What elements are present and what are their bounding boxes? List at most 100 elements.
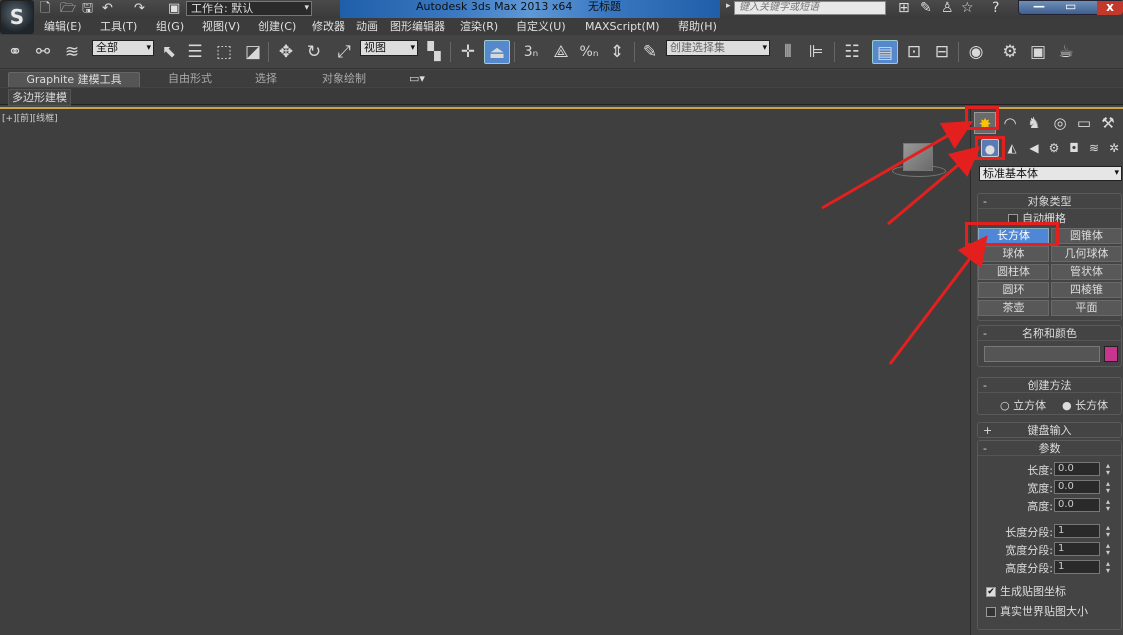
render-production-icon[interactable]: ☕ [1054,40,1078,64]
minimize-icon[interactable]: — [1033,0,1045,13]
restore-icon[interactable]: ▭ [1065,0,1076,13]
mirror-icon[interactable]: ⫴ [776,40,800,64]
select-object-icon[interactable]: ⬉ [158,40,180,64]
star-icon[interactable]: ☆ [961,0,974,17]
workspace-dropdown[interactable]: 工作台: 默认 ▾ [186,1,312,16]
menu-group[interactable]: 组(G) [156,19,184,34]
window-crossing-icon[interactable]: ◪ [242,40,264,64]
box-radio[interactable]: ● 长方体 [1062,397,1108,413]
project-folder-icon[interactable]: ▣ [168,1,180,17]
rollout-header[interactable]: - 对象类型 [978,194,1121,209]
save-icon[interactable]: 🖫 [82,1,93,17]
utilities-tab-icon[interactable]: ⚒ [1097,112,1119,134]
width-input[interactable]: 0.0 [1054,480,1100,494]
real-world-map-checkbox[interactable]: 真实世界贴图大小 [986,603,1088,619]
display-tab-icon[interactable]: ▭ [1073,112,1095,134]
viewport-label[interactable]: [+][前][线框] [2,111,58,124]
new-icon[interactable]: 🗋 [40,1,50,17]
menu-tools[interactable]: 工具(T) [100,19,137,34]
length-segs-input[interactable]: 1 [1054,524,1100,538]
hierarchy-tab-icon[interactable]: ♞ [1023,112,1045,134]
torus-button[interactable]: 圆环 [978,282,1049,298]
scale-icon[interactable]: ⤢ [332,40,356,64]
pyramid-button[interactable]: 四棱锥 [1051,282,1122,298]
link-icon[interactable]: ⚭ [4,40,26,64]
length-input[interactable]: 0.0 [1054,462,1100,476]
sphere-button[interactable]: 球体 [978,246,1049,262]
keyboard-shortcut-override-icon[interactable]: ⏏ [484,40,510,64]
spinner-icon[interactable]: ▴ ▾ [1103,480,1113,495]
cone-button[interactable]: 圆锥体 [1051,228,1122,244]
systems-icon[interactable]: ✲ [1105,139,1123,157]
menu-create[interactable]: 创建(C) [258,19,296,34]
height-segs-input[interactable]: 1 [1054,560,1100,574]
tab-object-paint[interactable]: 对象绘制 [312,72,376,85]
reference-coordinate-dropdown[interactable]: 视图 ▾ [360,40,418,56]
cameras-icon[interactable]: ⚙ [1045,139,1063,157]
width-segs-input[interactable]: 1 [1054,542,1100,556]
layer-manager-icon[interactable]: ☷ [840,40,864,64]
tab-freeform[interactable]: 自由形式 [160,72,220,85]
shapes-icon[interactable]: ◭ [1003,139,1021,157]
menu-animation[interactable]: 动画 [356,19,378,34]
percent-snap-icon[interactable]: %ₙ [576,40,602,64]
menu-graph-editors[interactable]: 图形编辑器 [390,19,445,34]
spinner-icon[interactable]: ▴ ▾ [1103,560,1113,575]
geosphere-button[interactable]: 几何球体 [1051,246,1122,262]
tools-icon[interactable]: ✎ [920,0,932,17]
viewcube[interactable] [903,143,933,171]
rollout-header[interactable]: - 名称和颜色 [978,326,1121,341]
rectangle-selection-icon[interactable]: ⬚ [212,40,236,64]
tab-graphite-modeling[interactable]: Graphite 建模工具 [8,72,140,87]
helpers-icon[interactable]: ◘ [1065,139,1083,157]
spinner-snap-icon[interactable]: ⇕ [604,40,630,64]
menu-edit[interactable]: 编辑(E) [44,19,82,34]
selection-filter-dropdown[interactable]: 全部 ▾ [92,40,154,56]
binoculars-icon[interactable]: ⊞ [898,0,910,17]
named-selection-dropdown[interactable]: 创建选择集 ▾ [666,40,770,56]
height-input[interactable]: 0.0 [1054,498,1100,512]
spinner-icon[interactable]: ▴ ▾ [1103,498,1113,513]
open-icon[interactable]: 🗁 [60,1,76,17]
menu-modifiers[interactable]: 修改器 [312,19,345,34]
polygon-modeling-label[interactable]: 多边形建模 [8,89,71,106]
object-category-dropdown[interactable]: 标准基本体 ▾ [979,166,1122,181]
unlink-icon[interactable]: ⚯ [32,40,54,64]
bind-space-warp-icon[interactable]: ≋ [60,40,84,64]
object-name-field[interactable] [984,346,1100,362]
help-icon[interactable]: ? [992,0,999,17]
edit-named-selection-icon[interactable]: ✎ [638,40,662,64]
modify-tab-icon[interactable]: ◠ [999,112,1021,134]
object-color-swatch[interactable] [1104,346,1118,362]
space-warps-icon[interactable]: ≋ [1085,139,1103,157]
pivot-center-icon[interactable]: ▚ [422,40,446,64]
application-menu-button[interactable]: S [0,0,34,34]
cylinder-button[interactable]: 圆柱体 [978,264,1049,280]
close-icon[interactable]: x [1097,1,1123,15]
spinner-icon[interactable]: ▴ ▾ [1103,542,1113,557]
undo-icon[interactable]: ↶ [102,1,113,17]
menu-rendering[interactable]: 渲染(R) [460,19,498,34]
menu-help[interactable]: 帮助(H) [678,19,717,34]
search-input[interactable]: 键入关键字或短语 [734,1,886,15]
rollout-header[interactable]: + 键盘输入 [978,423,1121,438]
motion-tab-icon[interactable]: ◎ [1049,112,1071,134]
tab-selection[interactable]: 选择 [246,72,286,85]
ribbon-options-icon[interactable]: ▭▾ [404,72,430,85]
teapot-button[interactable]: 茶壶 [978,300,1049,316]
render-setup-icon[interactable]: ⚙ [998,40,1022,64]
lights-icon[interactable]: ◀ [1025,139,1043,157]
rollout-header[interactable]: - 创建方法 [978,378,1121,393]
move-icon[interactable]: ✥ [274,40,298,64]
rotate-icon[interactable]: ↻ [302,40,326,64]
spinner-icon[interactable]: ▴ ▾ [1103,462,1113,477]
rollout-header[interactable]: - 参数 [978,441,1121,456]
material-editor-icon[interactable]: ◉ [964,40,988,64]
spinner-icon[interactable]: ▴ ▾ [1103,524,1113,539]
menu-customize[interactable]: 自定义(U) [516,19,566,34]
graphite-toggle-icon[interactable]: ▤ [872,40,898,64]
align-icon[interactable]: ⊫ [804,40,828,64]
user-icon[interactable]: ♙ [941,0,954,17]
cube-radio[interactable]: ○ 立方体 [1000,397,1046,413]
schematic-view-icon[interactable]: ⊟ [930,40,954,64]
